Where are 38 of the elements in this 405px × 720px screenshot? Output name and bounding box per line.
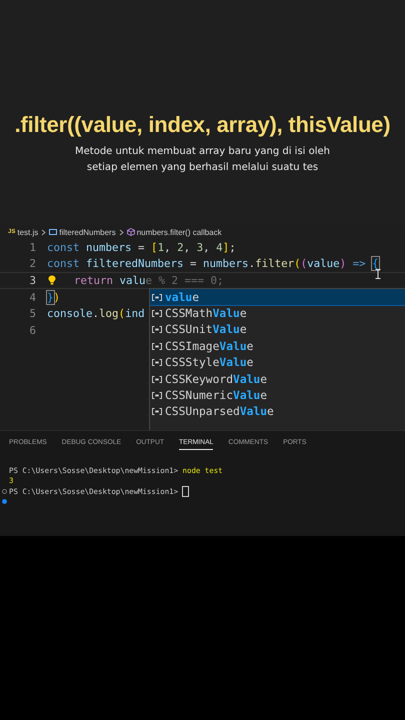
code-line: const numbers = [1, 2, 3, 4]; (47, 240, 236, 254)
variable-icon (152, 310, 162, 318)
suggestion-item[interactable]: CSSImageValue (150, 338, 405, 355)
code-line: }) (47, 290, 60, 304)
lightbulb-icon[interactable] (48, 274, 56, 286)
variable-icon (152, 408, 162, 416)
breadcrumb-item[interactable]: test.js (17, 228, 38, 236)
line-number: 6 (28, 324, 37, 337)
text-cursor-icon (375, 269, 381, 279)
suggestion-item[interactable]: CSSUnitValue (150, 322, 405, 338)
breadcrumb-item[interactable]: numbers.filter() callback (136, 228, 222, 236)
chevron-icon (118, 228, 124, 236)
suggestion-item[interactable]: CSSUnparsedValue (150, 404, 405, 420)
line-number: 1 (28, 240, 37, 254)
line-number: 4 (28, 290, 37, 304)
code-line: const filteredNumbers = numbers.filter((value) => { (47, 257, 379, 270)
code-line: return value % 2 === 0; (73, 274, 224, 287)
variable-icon (49, 229, 58, 235)
line-number: 3 (28, 274, 37, 287)
variable-icon (152, 342, 162, 350)
suggestion-item[interactable]: CSSStyleValue (150, 354, 405, 371)
variable-icon (152, 294, 162, 301)
variable-icon (152, 376, 162, 383)
suggestion-item[interactable]: CSSNumericValue (150, 387, 405, 404)
variable-icon (152, 359, 162, 366)
suggestion-item[interactable]: CSSKeywordValue (150, 370, 405, 388)
variable-icon (152, 326, 162, 334)
suggestion-item[interactable]: CSSMathValue (150, 305, 405, 322)
breadcrumb-item[interactable]: filteredNumbers (59, 228, 116, 236)
variable-icon (152, 392, 162, 400)
code-line: console.log(ind (47, 307, 145, 320)
description: Metode untuk membuat array baru yang di isi oleh setiap elemen yang berhasil melalui suatu tes (75, 145, 330, 175)
suggestion-item[interactable]: value (150, 289, 405, 306)
chevron-icon (41, 228, 46, 236)
line-number: 2 (28, 257, 37, 270)
heading: .filter((value, index, array), thisValue) (14, 112, 390, 138)
line-number: 5 (28, 307, 37, 320)
cube-icon (126, 228, 135, 236)
